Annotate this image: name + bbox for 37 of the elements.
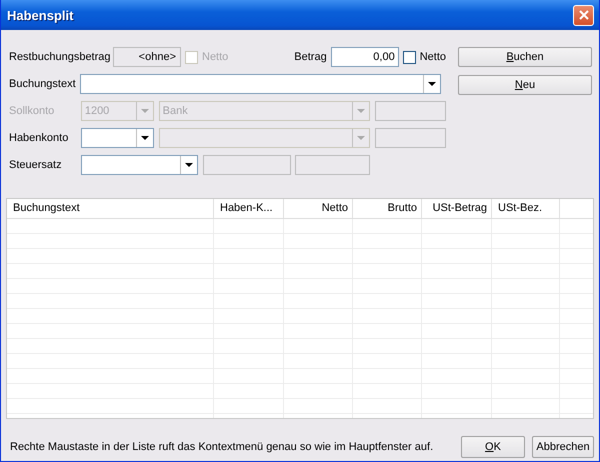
column-header[interactable]: USt-Bez.	[492, 199, 560, 218]
close-icon	[578, 10, 588, 20]
caret-icon	[357, 109, 366, 113]
readonly-field	[375, 101, 446, 121]
column-header[interactable]: Brutto	[353, 199, 422, 218]
caret-icon	[428, 82, 436, 86]
readonly-field	[375, 128, 446, 148]
column-header[interactable]: USt-Betrag	[422, 199, 492, 218]
dialog-button[interactable]: OK	[461, 436, 525, 458]
caret-icon	[140, 109, 149, 113]
column-header[interactable]: Buchungstext	[7, 199, 214, 218]
field-label: Steuersatz	[8, 159, 63, 171]
field-label: Buchungstext	[8, 78, 77, 90]
readonly-field: <ohne>	[113, 47, 181, 67]
account-combobox[interactable]	[80, 128, 154, 148]
window-title: Habensplit	[7, 8, 74, 22]
field-label: Restbuchungsbetrag	[8, 51, 112, 63]
checkbox-label: Netto	[420, 51, 446, 63]
checkbox-label: Netto	[202, 51, 228, 63]
checkbox[interactable]	[402, 50, 416, 64]
field-label: Betrag	[293, 51, 327, 63]
column-header[interactable]: Netto	[284, 199, 353, 218]
field-label: Habenkonto	[8, 132, 70, 144]
column-header[interactable]: Haben-K...	[214, 199, 284, 218]
amount-field[interactable]: 0,00	[330, 47, 399, 67]
text-combobox[interactable]	[80, 74, 441, 94]
account-name-combobox[interactable]	[158, 128, 370, 148]
hint-text: Rechte Maustaste in der Liste ruft das Kontextmenü genau so wie im Hauptfenster auf.	[9, 441, 434, 453]
dialog-button[interactable]: Abbrechen	[532, 436, 594, 458]
dialog-button[interactable]: Neu	[458, 75, 592, 95]
tax-combobox[interactable]	[81, 155, 198, 175]
caret-icon	[140, 136, 149, 140]
dialog-button[interactable]: Buchen	[458, 47, 592, 67]
field-label: Sollkonto	[8, 105, 56, 117]
close-button[interactable]	[573, 4, 594, 26]
caret-icon	[357, 136, 366, 140]
caret-icon	[185, 163, 193, 167]
